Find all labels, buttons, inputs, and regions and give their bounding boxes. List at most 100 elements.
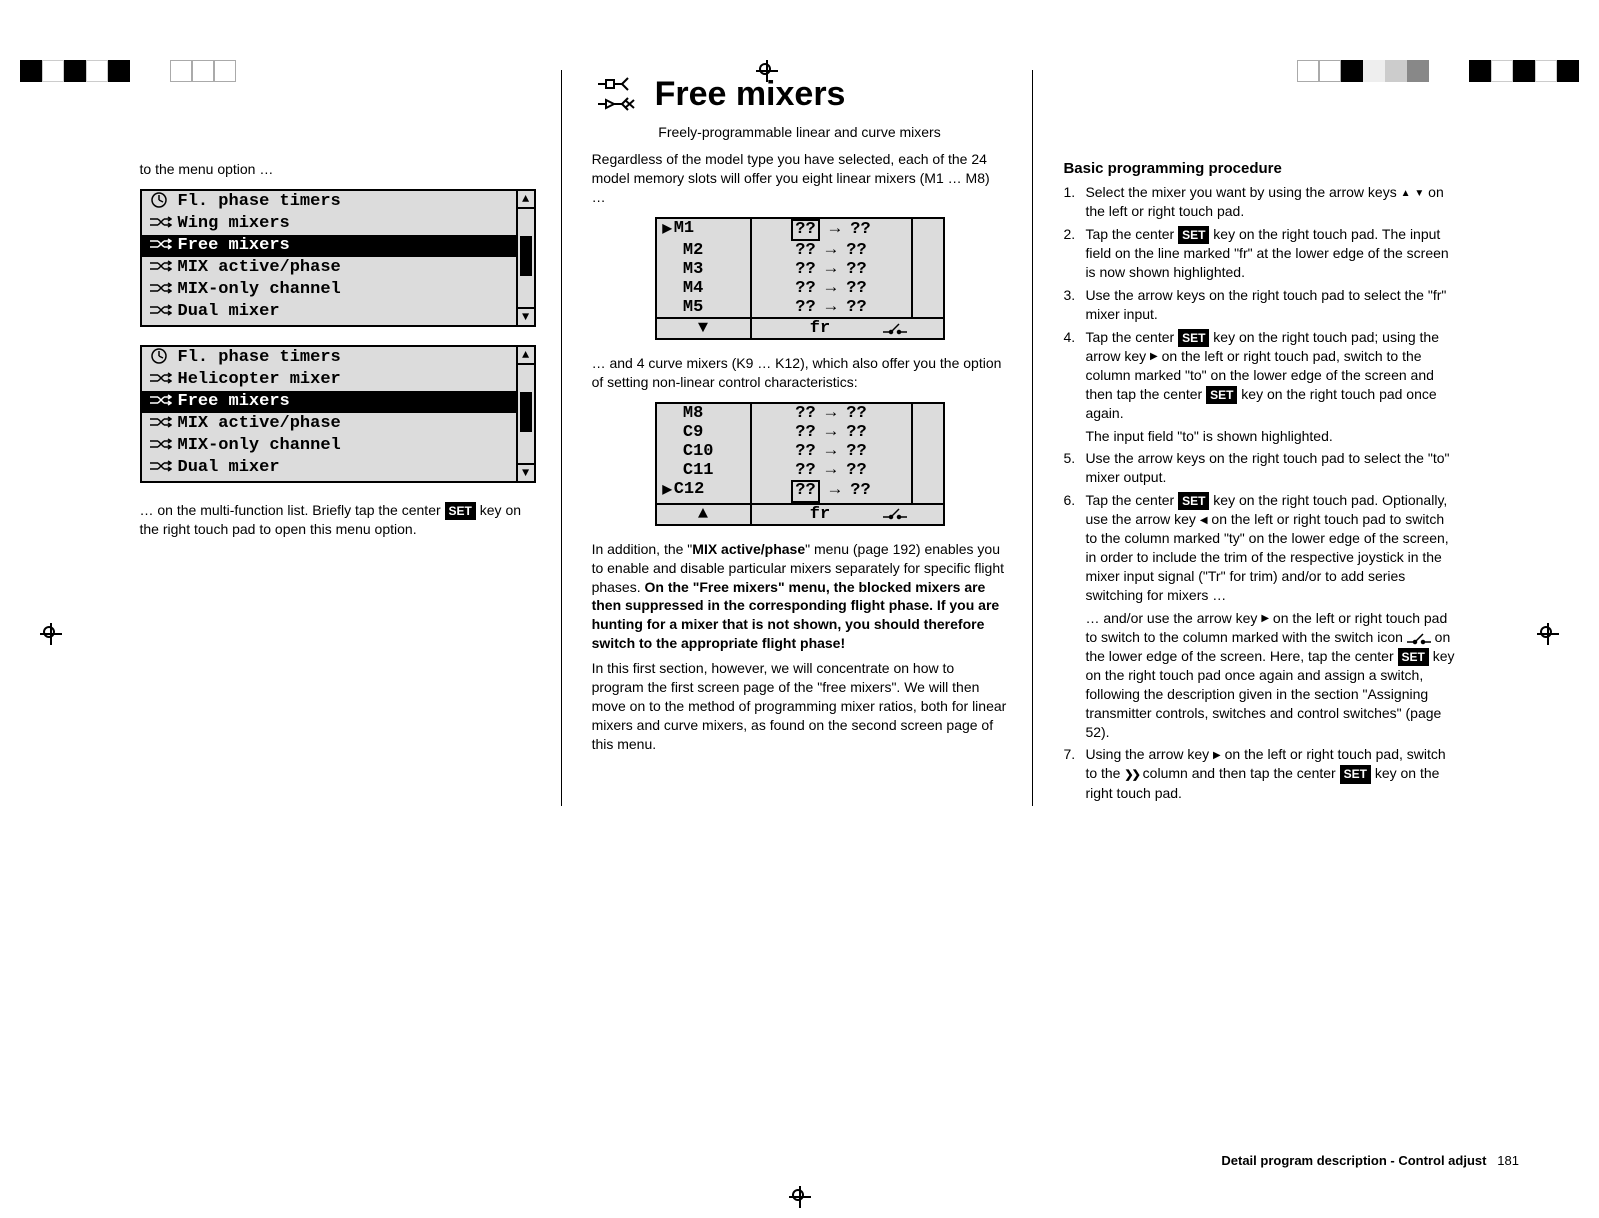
table-row: C9?? → ?? [657,423,943,442]
mixer-icon [150,413,178,435]
col2-p4: In this first section, however, we will … [592,659,1008,753]
arrow-icon [1401,184,1411,200]
scroll-down-icon[interactable]: ▼ [518,307,534,325]
procedure-list: Select the mixer you want by using the a… [1063,183,1459,802]
mixer-table-1: M1?? → ?? M2?? → ?? M3?? → ?? M4?? → ?? … [655,217,945,341]
menu-list-1: Fl. phase timersWing mixersFree mixersMI… [140,189,536,327]
set-key-badge: SET [1398,648,1429,666]
col2-p1: Regardless of the model type you have se… [592,150,1008,207]
arrow-icon [1261,610,1269,626]
page-footer: Detail program description - Control adj… [1221,1153,1519,1168]
scroll-thumb[interactable] [520,236,532,276]
mixer-icon [150,369,178,391]
col2-p3: In addition, the "MIX active/phase" menu… [592,540,1008,653]
mixer-icon [150,213,178,235]
procedure-heading: Basic programming procedure [1063,160,1459,177]
menu-item-label: Free mixers [178,235,290,257]
set-key-badge: SET [445,502,476,520]
menu-item[interactable]: MIX-only channel [142,279,516,301]
mixer-icon [150,235,178,257]
menu-item-label: Fl. phase timers [178,347,341,369]
procedure-step: Tap the center SET key on the right touc… [1063,328,1459,446]
menu-item[interactable]: Helicopter mixer [142,369,516,391]
procedure-step: Tap the center SET key on the right touc… [1063,491,1459,741]
arrow-icon [1124,765,1138,781]
crosshair-bottom-icon [789,1186,811,1208]
procedure-step: Select the mixer you want by using the a… [1063,183,1459,221]
switch-icon [1407,629,1431,645]
menu-item[interactable]: MIX active/phase [142,257,516,279]
table-row: M8?? → ?? [657,404,943,423]
scrollbar[interactable]: ▲ ▼ [516,347,534,481]
menu-item-label: Helicopter mixer [178,369,341,391]
registration-marks-top [0,60,1599,82]
procedure-step: Tap the center SET key on the right touc… [1063,225,1459,282]
menu-item[interactable]: Dual mixer [142,457,516,479]
menu-item[interactable]: Free mixers [142,235,516,257]
menu-item-label: MIX-only channel [178,279,341,301]
menu-item[interactable]: Fl. phase timers [142,191,516,213]
table-row: M1?? → ?? [657,219,943,242]
scroll-thumb[interactable] [520,392,532,432]
menu-item-label: Wing mixers [178,213,290,235]
mixer-table-2: M8?? → ?? C9?? → ?? C10?? → ?? C11?? → ?… [655,402,945,526]
clock-icon [150,347,178,369]
menu-item[interactable]: Fl. phase timers [142,347,516,369]
switch-icon [883,505,907,524]
procedure-step: Use the arrow keys on the right touch pa… [1063,449,1459,487]
table-row: C12?? → ?? [657,480,943,503]
table-row: M4?? → ?? [657,279,943,298]
column-3: Basic programming procedure Select the m… [1063,70,1459,806]
menu-item-label: Dual mixer [178,457,280,479]
mixer-icon [150,301,178,323]
menu-item[interactable]: MIX-only channel [142,435,516,457]
table-row: C10?? → ?? [657,442,943,461]
crosshair-left-icon [40,623,62,645]
page-subtitle: Freely-programmable linear and curve mix… [592,123,1008,142]
arrow-icon [1200,511,1208,527]
col2-p2: … and 4 curve mixers (K9 … K12), which a… [592,354,1008,392]
switch-icon [883,319,907,338]
mixer-icon [150,435,178,457]
table-row: M5?? → ?? [657,298,943,317]
arrow-icon [1414,184,1424,200]
menu-item-label: Dual mixer [178,301,280,323]
set-key-badge: SET [1178,226,1209,244]
table-footer: ▼fr [657,317,943,338]
set-key-badge: SET [1178,492,1209,510]
table-row: M2?? → ?? [657,241,943,260]
menu-item[interactable]: Wing mixers [142,213,516,235]
menu-item-label: MIX active/phase [178,413,341,435]
table-row: C11?? → ?? [657,461,943,480]
set-key-badge: SET [1206,386,1237,404]
mixer-icon [150,257,178,279]
mixer-icon [150,279,178,301]
scroll-up-icon[interactable]: ▲ [518,191,534,209]
set-key-badge: SET [1340,765,1371,783]
mixer-icon [150,457,178,479]
scroll-down-icon[interactable]: ▼ [518,463,534,481]
crosshair-right-icon [1537,623,1559,645]
menu-item[interactable]: Free mixers [142,391,516,413]
menu-item-label: MIX-only channel [178,435,341,457]
scroll-up-icon[interactable]: ▲ [518,347,534,365]
scrollbar[interactable]: ▲ ▼ [516,191,534,325]
clock-icon [150,191,178,213]
mixer-icon [150,391,178,413]
menu-item-label: MIX active/phase [178,257,341,279]
column-1: to the menu option … Fl. phase timersWin… [140,70,562,806]
menu-item[interactable]: Dual mixer [142,301,516,323]
arrow-icon [1213,746,1221,762]
menu-list-2: Fl. phase timersHelicopter mixerFree mix… [140,345,536,483]
procedure-step: Use the arrow keys on the right touch pa… [1063,286,1459,324]
col1-outro: … on the multi-function list. Briefly ta… [140,501,536,539]
menu-item-label: Fl. phase timers [178,191,341,213]
column-2: Free mixers Freely-programmable linear a… [592,70,1034,806]
menu-item[interactable]: MIX active/phase [142,413,516,435]
set-key-badge: SET [1178,329,1209,347]
crosshair-icon [756,60,778,82]
col1-lead: to the menu option … [140,160,536,179]
table-footer: ▲fr [657,503,943,524]
menu-item-label: Free mixers [178,391,290,413]
arrow-icon [1150,348,1158,364]
